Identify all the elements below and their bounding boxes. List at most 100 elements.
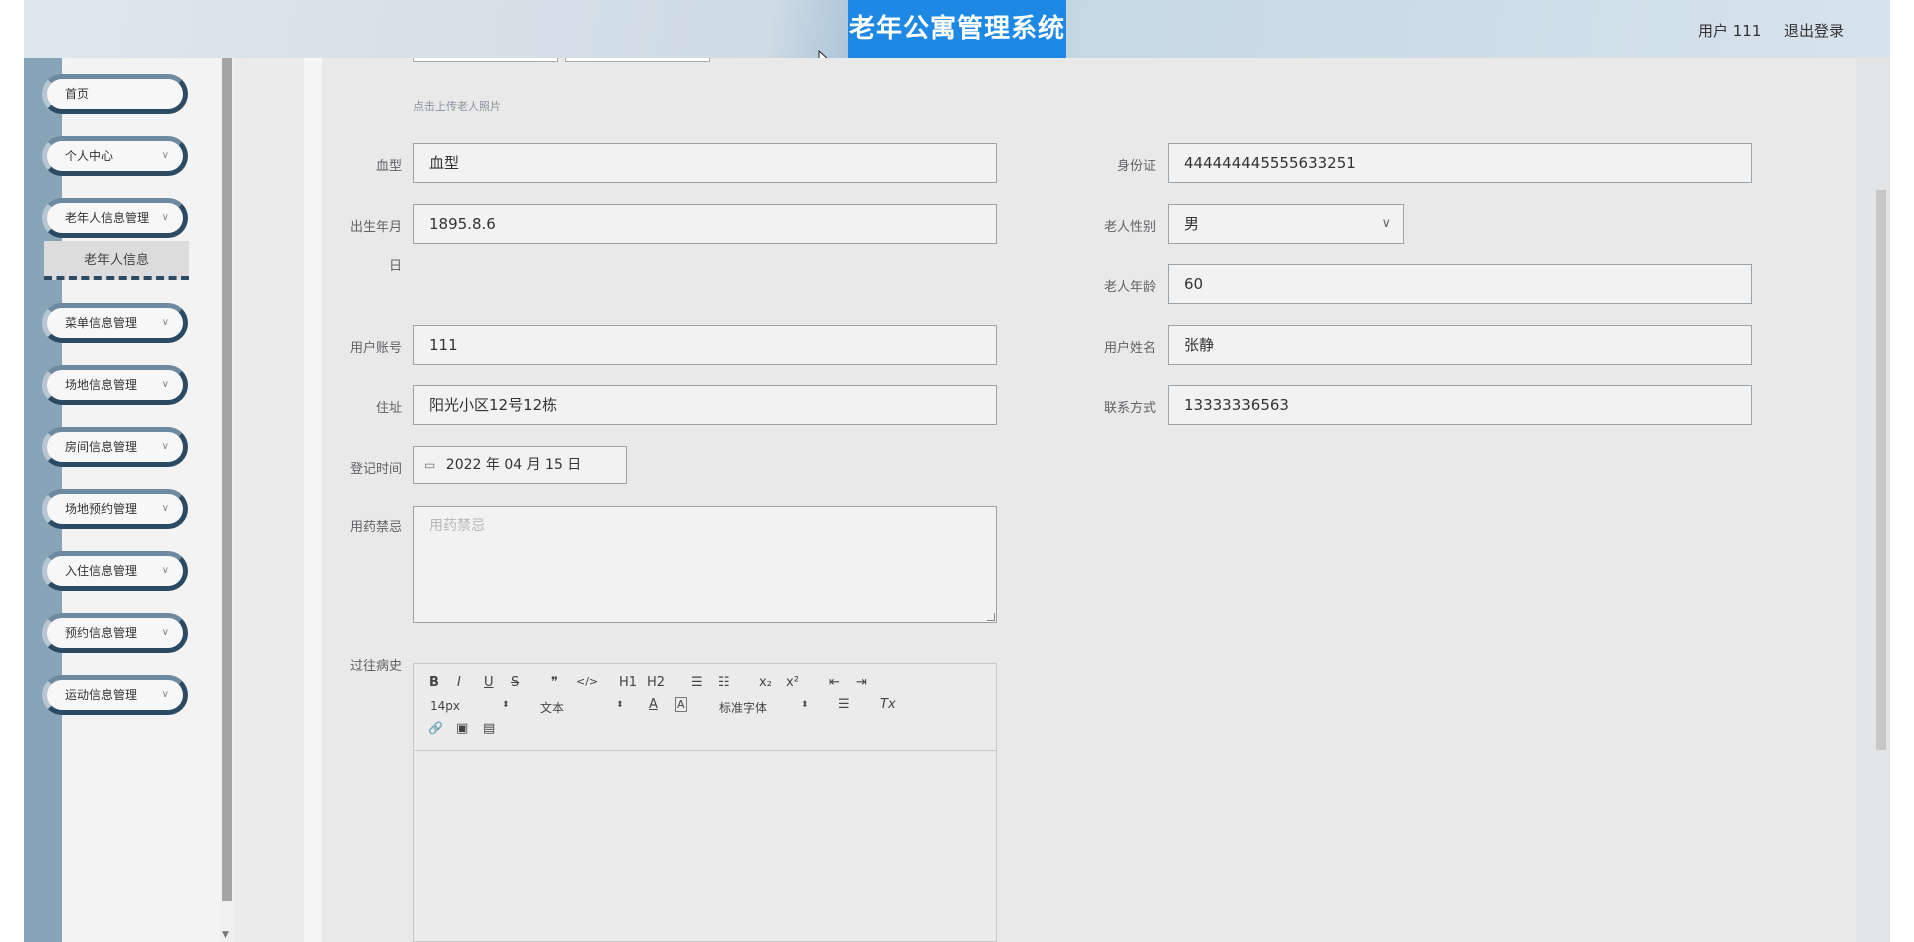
photo-upload-stub[interactable] bbox=[413, 58, 558, 62]
chevron-down-icon: ∨ bbox=[161, 627, 169, 638]
address-field[interactable]: 阳光小区12号12栋 bbox=[413, 385, 997, 425]
chevron-down-icon: ∨ bbox=[1381, 216, 1391, 231]
top-header: 老年公寓管理系统 用户 111 退出登录 bbox=[24, 0, 1890, 58]
chevron-down-icon: ∨ bbox=[161, 150, 169, 161]
ordered-list-icon[interactable]: ☰ bbox=[691, 675, 703, 690]
link-icon[interactable]: 🔗 bbox=[428, 721, 443, 735]
bold-button[interactable]: B bbox=[429, 675, 439, 690]
scroll-down-icon[interactable]: ▼ bbox=[222, 930, 229, 940]
sidebar-scrollbar[interactable]: ▼ bbox=[220, 58, 234, 942]
background-color-icon[interactable]: A bbox=[675, 697, 687, 712]
sidebar-item-label: 预约信息管理 bbox=[65, 626, 138, 640]
subscript-button[interactable]: x₂ bbox=[759, 675, 772, 690]
sidebar-item-elderly-info[interactable]: 老年人信息管理 ∨ bbox=[42, 198, 188, 238]
account-label: 用户账号 bbox=[349, 341, 402, 356]
sidebar-item-label: 老年人信息管理 bbox=[65, 211, 150, 225]
blood-type-label: 血型 bbox=[375, 159, 402, 174]
sidebar-item-venue-booking[interactable]: 场地预约管理 ∨ bbox=[42, 489, 188, 529]
reg-time-value: 2022 年 04 月 15 日 bbox=[445, 457, 582, 473]
sidebar-item-label: 场地预约管理 bbox=[65, 502, 138, 516]
font-color-icon[interactable]: A bbox=[649, 697, 658, 712]
birth-label-suffix: 日 bbox=[388, 259, 402, 274]
gender-select[interactable]: 男 ∨ bbox=[1168, 204, 1404, 244]
account-field[interactable]: 111 bbox=[413, 325, 997, 365]
underline-button[interactable]: U bbox=[484, 675, 494, 690]
birth-date-field[interactable]: 1895.8.6 bbox=[413, 204, 997, 244]
id-card-field[interactable]: 444444445555633251 bbox=[1168, 143, 1752, 183]
content-border bbox=[304, 58, 322, 942]
bullet-list-icon[interactable]: ☷ bbox=[718, 675, 730, 690]
sidebar-item-menu-info[interactable]: 菜单信息管理 ∨ bbox=[42, 303, 188, 343]
sidebar-scrollbar-thumb[interactable] bbox=[222, 58, 232, 901]
sidebar-item-home[interactable]: 首页 bbox=[42, 74, 188, 114]
sidebar-item-label: 个人中心 bbox=[65, 149, 114, 163]
age-field[interactable]: 60 bbox=[1168, 264, 1752, 304]
logout-link[interactable]: 退出登录 bbox=[1784, 20, 1844, 41]
sidebar-item-label: 场地信息管理 bbox=[65, 378, 138, 392]
name-label: 用户姓名 bbox=[1103, 341, 1156, 356]
chevron-down-icon: ∨ bbox=[161, 689, 169, 700]
reg-time-picker[interactable]: ▭ 2022 年 04 月 15 日 bbox=[413, 446, 627, 484]
sidebar-item-room-info[interactable]: 房间信息管理 ∨ bbox=[42, 427, 188, 467]
strike-button[interactable]: S bbox=[511, 675, 519, 690]
blood-type-field[interactable]: 血型 bbox=[413, 143, 997, 183]
phone-label: 联系方式 bbox=[1103, 401, 1156, 416]
upload-hint: 点击上传老人照片 bbox=[413, 100, 501, 113]
chevron-down-icon: ∨ bbox=[161, 317, 169, 328]
chevron-down-icon: ∨ bbox=[161, 379, 169, 390]
font-family-value: 标准字体 bbox=[719, 701, 768, 715]
chevron-down-icon: ∨ bbox=[161, 212, 169, 223]
sidebar-item-label: 房间信息管理 bbox=[65, 440, 138, 454]
chevron-down-icon: ∨ bbox=[161, 503, 169, 514]
image-icon[interactable]: ▣ bbox=[456, 721, 468, 736]
indent-icon[interactable]: ⇥ bbox=[856, 675, 867, 690]
history-label: 过往病史 bbox=[349, 659, 402, 674]
birth-label: 出生年月 bbox=[349, 220, 402, 235]
phone-field[interactable]: 13333336563 bbox=[1168, 385, 1752, 425]
code-icon[interactable]: </> bbox=[576, 675, 598, 688]
page-scrollbar-thumb[interactable] bbox=[1876, 190, 1886, 750]
gender-select-value: 男 bbox=[1184, 215, 1200, 233]
editor-toolbar: B I U S ❞ </> H1 H2 ☰ ☷ x₂ x² ⇤ ⇥ 14px ⬍… bbox=[414, 664, 996, 751]
clear-format-icon[interactable]: Tx bbox=[880, 697, 896, 712]
editor-body[interactable] bbox=[414, 751, 996, 941]
medicine-textarea[interactable]: 用药禁忌 bbox=[413, 506, 997, 623]
name-field[interactable]: 张静 bbox=[1168, 325, 1752, 365]
h2-button[interactable]: H2 bbox=[647, 675, 665, 690]
chevron-down-icon: ∨ bbox=[161, 565, 169, 576]
font-family-select[interactable]: 标准字体 ⬍ bbox=[719, 699, 809, 716]
medicine-label: 用药禁忌 bbox=[349, 520, 402, 535]
quote-icon[interactable]: ❞ bbox=[551, 675, 558, 690]
resize-handle[interactable] bbox=[987, 613, 995, 621]
current-user: 用户 111 bbox=[1698, 22, 1762, 40]
updown-icon: ⬍ bbox=[616, 700, 624, 710]
sidebar-item-personal-center[interactable]: 个人中心 ∨ bbox=[42, 136, 188, 176]
updown-icon: ⬍ bbox=[801, 700, 809, 710]
outdent-icon[interactable]: ⇤ bbox=[829, 675, 840, 690]
italic-button[interactable]: I bbox=[457, 675, 461, 690]
font-size-value: 14px bbox=[430, 699, 460, 713]
age-label: 老人年龄 bbox=[1103, 280, 1156, 295]
content-gutter bbox=[234, 58, 304, 942]
format-select[interactable]: 文本 ⬍ bbox=[540, 699, 626, 716]
sidebar-item-label: 入住信息管理 bbox=[65, 564, 138, 578]
align-icon[interactable]: ☰ bbox=[838, 697, 850, 712]
font-size-select[interactable]: 14px ⬍ bbox=[430, 699, 510, 713]
gender-label: 老人性别 bbox=[1103, 220, 1156, 235]
video-icon[interactable]: ▤ bbox=[483, 721, 495, 736]
reg-time-label: 登记时间 bbox=[349, 462, 402, 477]
sidebar-subitem-elderly[interactable]: 老年人信息 bbox=[44, 241, 189, 280]
sidebar-item-label: 运动信息管理 bbox=[65, 688, 138, 702]
sidebar-item-exercise-info[interactable]: 运动信息管理 ∨ bbox=[42, 675, 188, 715]
photo-upload-stub-2[interactable] bbox=[565, 58, 710, 62]
sidebar-item-venue-info[interactable]: 场地信息管理 ∨ bbox=[42, 365, 188, 405]
sidebar-item-checkin-info[interactable]: 入住信息管理 ∨ bbox=[42, 551, 188, 591]
format-value: 文本 bbox=[540, 701, 565, 715]
sidebar-item-booking-info[interactable]: 预约信息管理 ∨ bbox=[42, 613, 188, 653]
superscript-button[interactable]: x² bbox=[786, 675, 799, 690]
sidebar-item-label: 菜单信息管理 bbox=[65, 316, 138, 330]
h1-button[interactable]: H1 bbox=[619, 675, 637, 690]
medicine-placeholder: 用药禁忌 bbox=[429, 518, 485, 534]
history-rich-editor[interactable]: B I U S ❞ </> H1 H2 ☰ ☷ x₂ x² ⇤ ⇥ 14px ⬍… bbox=[413, 663, 997, 942]
id-card-label: 身份证 bbox=[1116, 159, 1156, 174]
